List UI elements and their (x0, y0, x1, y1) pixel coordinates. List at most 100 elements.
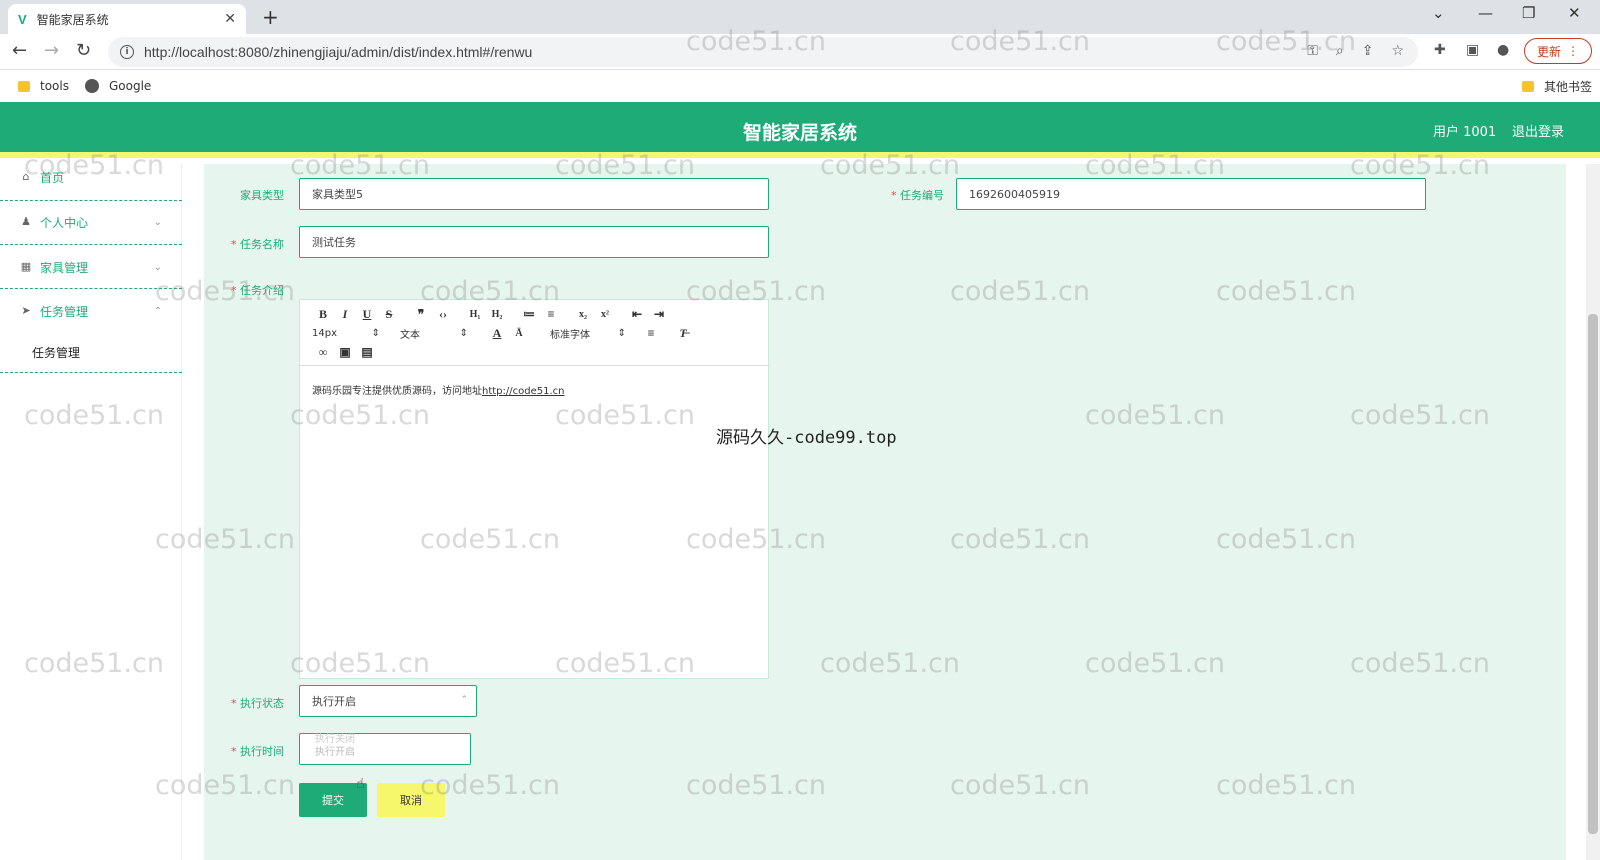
key-icon[interactable]: ⚿ (1307, 43, 1318, 59)
sidepanel-icon[interactable]: ▣ (1466, 42, 1479, 58)
grid-icon: ▦ (20, 260, 32, 273)
task-no-input[interactable]: 1692600405919 (956, 178, 1426, 210)
font-color-icon[interactable]: A (486, 326, 508, 341)
sidebar-item-label: 家具管理 (40, 260, 89, 275)
browser-tab[interactable]: V 智能家居系统 ✕ (8, 4, 246, 34)
divider (0, 372, 182, 373)
clear-format-icon[interactable]: T̶ (672, 326, 694, 341)
image-icon[interactable]: ▣ (334, 345, 356, 360)
bookmark-label: Google (108, 79, 152, 93)
sidebar-item-profile[interactable]: ♟ 个人中心 ⌄ (0, 199, 182, 245)
outdent-icon[interactable]: ⇤ (626, 307, 648, 322)
logout-link[interactable]: 退出登录 (1512, 121, 1564, 140)
strike-icon[interactable]: S (378, 307, 400, 322)
editor-link[interactable]: http://code51.cn (482, 386, 565, 397)
status-label: * 执行状态 (231, 697, 284, 710)
format-select[interactable]: 文本 ⇕ (400, 326, 468, 341)
submenu-task-management[interactable]: 任务管理 (32, 344, 80, 361)
underline-icon[interactable]: U (356, 307, 378, 322)
share-icon[interactable]: ⇪ (1362, 43, 1374, 59)
chevron-up-icon: ⌃ (460, 695, 468, 705)
page-scrollbar[interactable] (1586, 164, 1600, 860)
reload-icon[interactable]: ↻ (76, 40, 91, 61)
folder-icon (18, 80, 30, 92)
font-family-select[interactable]: 标准字体 ⇕ (550, 326, 626, 341)
rich-text-editor[interactable]: B I U S ❞ ‹› H₁ H₂ ≔ ≡ x₂ x² ⇤ ⇥ 14px⇕ (299, 299, 770, 679)
link-icon[interactable]: ∞ (312, 345, 334, 360)
other-bookmarks[interactable]: 其他书签 (1521, 78, 1592, 95)
status-select[interactable]: 执行开启 ⌃ (299, 685, 477, 717)
url-field[interactable]: i http://localhost:8080/zhinengjiaju/adm… (108, 37, 1418, 67)
forward-icon[interactable]: → (44, 40, 59, 61)
furniture-type-input[interactable]: 家具类型5 (299, 178, 769, 210)
video-icon[interactable]: ▤ (356, 345, 378, 360)
font-size-select[interactable]: 14px ⇕ (312, 328, 380, 339)
status-value: 执行开启 (312, 695, 356, 708)
send-icon: ➤ (21, 304, 31, 317)
new-tab-icon[interactable]: + (262, 5, 279, 29)
star-icon[interactable]: ☆ (1391, 43, 1404, 59)
vue-logo-icon: V (18, 11, 27, 27)
italic-icon[interactable]: I (334, 307, 356, 322)
code-icon[interactable]: ‹› (432, 307, 454, 322)
home-icon: ⌂ (22, 170, 30, 183)
close-window-icon[interactable]: ✕ (1568, 4, 1581, 22)
align-icon[interactable]: ≡ (640, 326, 662, 341)
minimize-icon[interactable]: — (1478, 4, 1493, 22)
sidebar-item-home[interactable]: ⌂ 首页 (0, 154, 182, 200)
task-no-label: * 任务编号 (891, 189, 944, 202)
bold-icon[interactable]: B (312, 307, 334, 322)
form-panel: 家具类型 家具类型5 * 任务编号 1692600405919 * 任务名称 测… (204, 164, 1566, 860)
update-label: 更新 (1536, 44, 1561, 59)
h2-icon[interactable]: H₂ (486, 309, 508, 320)
bookmark-tools[interactable]: tools (18, 79, 69, 93)
sidebar-item-label: 首页 (40, 170, 65, 185)
sidebar-item-furniture[interactable]: ▦ 家具管理 ⌄ (0, 244, 182, 290)
sidebar: ⌂ 首页 ♟ 个人中心 ⌄ ▦ 家具管理 ⌄ ➤ 任务管理 ⌃ 任务管理 (0, 164, 182, 860)
time-input[interactable]: 执行关闭 执行开启 (299, 733, 471, 765)
bullet-list-icon[interactable]: ≡ (540, 307, 562, 322)
time-label: * 执行时间 (231, 745, 284, 758)
blockquote-icon[interactable]: ❞ (410, 307, 432, 322)
zoom-icon[interactable]: ⌕ (1336, 43, 1344, 59)
editor-toolbar: B I U S ❞ ‹› H₁ H₂ ≔ ≡ x₂ x² ⇤ ⇥ 14px⇕ (300, 300, 770, 366)
back-icon[interactable]: ← (12, 40, 27, 61)
h1-icon[interactable]: H₁ (464, 309, 486, 320)
update-button[interactable]: 更新 ⋮ (1524, 38, 1592, 64)
bookmarks-bar: tools Google 其他书签 (0, 70, 1600, 102)
dropdown-option-on[interactable]: 执行开启 (315, 743, 355, 758)
chevron-down-icon: ⌄ (153, 216, 162, 228)
sidebar-item-label: 任务管理 (40, 304, 89, 319)
profile-icon[interactable]: ● (1497, 42, 1509, 58)
other-bookmarks-label: 其他书签 (1543, 80, 1592, 94)
app-title: 智能家居系统 (742, 122, 857, 144)
cancel-button[interactable]: 取消 (377, 783, 445, 817)
user-icon: ♟ (21, 215, 31, 228)
editor-content[interactable]: 源码乐园专注提供优质源码，访问地址http://code51.cn (312, 382, 565, 397)
chevron-up-icon: ⌃ (153, 305, 162, 317)
close-tab-icon[interactable]: ✕ (224, 11, 236, 27)
bookmark-google[interactable]: Google (84, 79, 152, 93)
site-info-icon[interactable]: i (120, 45, 134, 59)
more-icon: ⋮ (1567, 44, 1579, 58)
tab-title: 智能家居系统 (36, 12, 109, 27)
globe-icon (84, 79, 99, 93)
superscript-icon[interactable]: x² (594, 309, 616, 320)
browser-tabbar: V 智能家居系统 ✕ + ⌄ — ❐ ✕ (0, 0, 1600, 34)
restore-icon[interactable]: ❐ (1522, 4, 1535, 22)
indent-icon[interactable]: ⇥ (648, 307, 670, 322)
background-color-icon[interactable]: Ā (508, 328, 530, 339)
folder-icon (1521, 81, 1534, 92)
url-text: http://localhost:8080/zhinengjiaju/admin… (144, 44, 533, 60)
intro-label: * 任务介绍 (231, 284, 284, 297)
task-name-input[interactable]: 测试任务 (299, 226, 769, 258)
tab-search-icon[interactable]: ⌄ (1432, 4, 1445, 22)
subscript-icon[interactable]: x₂ (572, 309, 594, 320)
editor-text: 源码乐园专注提供优质源码，访问地址 (312, 386, 482, 397)
ordered-list-icon[interactable]: ≔ (518, 307, 540, 322)
scrollbar-thumb[interactable] (1588, 314, 1598, 834)
furniture-type-label: 家具类型 (240, 189, 284, 202)
app-header: 智能家居系统 用户 1001 退出登录 (0, 102, 1600, 158)
sidebar-item-tasks[interactable]: ➤ 任务管理 ⌃ (0, 288, 182, 334)
extensions-icon[interactable]: ✚ (1434, 42, 1446, 58)
